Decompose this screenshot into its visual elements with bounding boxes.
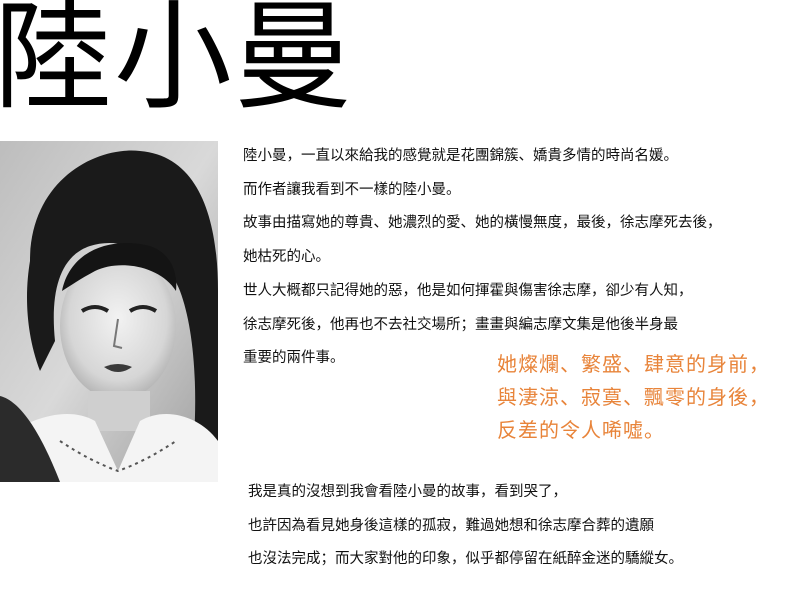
closing-paragraph: 我是真的沒想到我會看陸小曼的故事，看到哭了， 也許因為看見她身後這樣的孤寂，難過…: [248, 476, 798, 577]
closing-line: 也許因為看見她身後這樣的孤寂，難過她想和徐志摩合葬的遺願: [248, 517, 654, 534]
highlight-quote: 她燦爛、繁盛、肆意的身前， 與淒涼、寂寞、飄零的身後， 反差的令人唏噓。: [497, 348, 797, 447]
page-title: 陸小曼: [0, 0, 355, 126]
intro-paragraph: 陸小曼，一直以來給我的感覺就是花團錦簇、嬌貴多情的時尚名媛。 而作者讓我看到不一…: [243, 140, 795, 376]
intro-line: 徐志摩死後，他再也不去社交場所；畫畫與編志摩文集是他後半身最: [243, 316, 678, 333]
quote-line: 反差的令人唏噓。: [497, 418, 665, 442]
intro-line: 陸小曼，一直以來給我的感覺就是花團錦簇、嬌貴多情的時尚名媛。: [243, 148, 678, 164]
closing-line: 我是真的沒想到我會看陸小曼的故事，看到哭了，: [248, 484, 567, 500]
portrait-photo: [0, 141, 218, 482]
intro-line: 世人大概都只記得她的惡，他是如何揮霍與傷害徐志摩，卻少有人知，: [243, 282, 693, 299]
intro-line: 她枯死的心。: [243, 249, 330, 266]
quote-line: 她燦爛、繁盛、肆意的身前，: [497, 352, 770, 376]
closing-line: 也沒法完成；而大家對他的印象，似乎都停留在紙醉金迷的驕縱女。: [248, 551, 683, 567]
quote-line: 與淒涼、寂寞、飄零的身後，: [497, 385, 770, 409]
intro-line: 而作者讓我看到不一樣的陸小曼。: [243, 181, 461, 198]
portrait-photo-icon: [0, 141, 218, 482]
intro-line: 故事由描寫她的尊貴、她濃烈的愛、她的橫慢無度，最後，徐志摩死去後，: [243, 215, 722, 232]
